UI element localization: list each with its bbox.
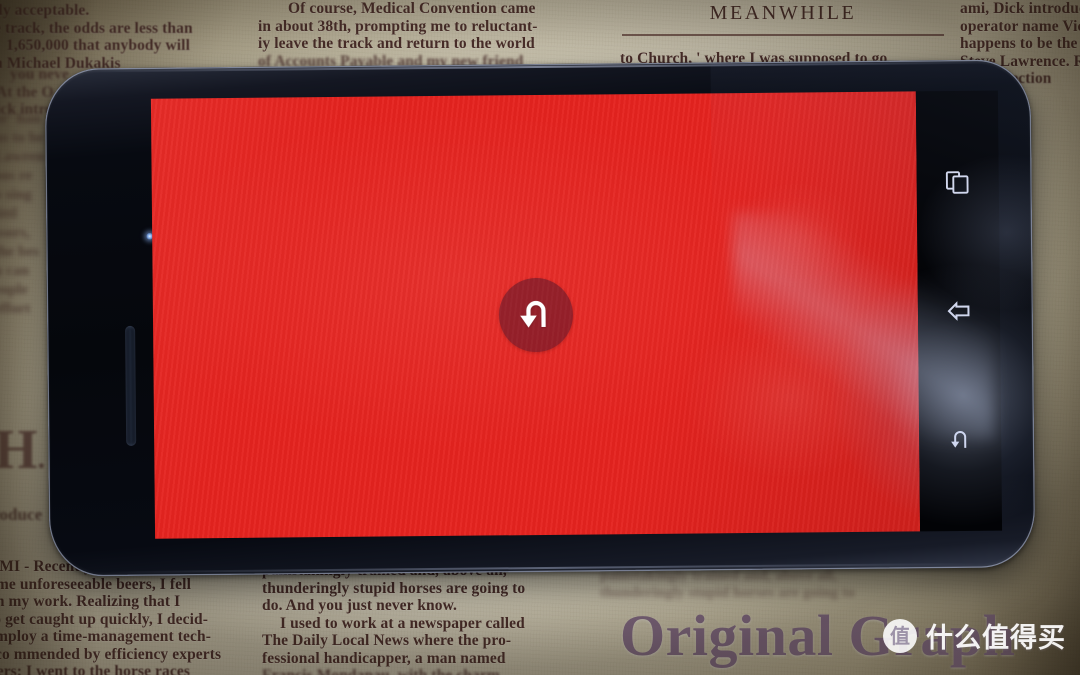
newspaper-column-top-center: Of course, Medical Convention came in ab… (258, 0, 593, 70)
newspaper-line: in about 38th, prompting me to reluctant… (258, 17, 538, 35)
newspaper-ghost-line: painstakingly trained and, above all, th… (600, 568, 1070, 602)
newspaper-line: I used to work at a newspaper called (280, 614, 525, 632)
dropcap-letter: H (0, 419, 38, 481)
recent-apps-icon (945, 170, 969, 194)
newspaper-dropcap: H. (0, 418, 45, 482)
newspaper-line: bers; I went to the horse races (0, 663, 190, 675)
earpiece-speaker (125, 325, 137, 446)
phone-screen[interactable] (150, 91, 921, 539)
newspaper-line: to get caught up quickly, I decid- (0, 610, 208, 628)
newspaper-line: happens to be the old (960, 35, 1080, 52)
newspaper-line: thunderingly stupid horses are going to (262, 579, 526, 597)
newspaper-headline: Original Graph (620, 602, 1015, 669)
refresh-u-turn-arrow-icon (519, 301, 546, 328)
screen-smudge (637, 281, 921, 515)
newspaper-line: fessional handicapper, a man named (262, 649, 506, 667)
back-arrow-icon (947, 301, 970, 321)
screenshot-stage: lly acceptable. e track, the odds are le… (0, 0, 1080, 675)
newspaper-line: Francis Mondanau, with the charm (262, 667, 567, 675)
newspaper-line: roduce (0, 505, 43, 524)
asus-smartphone: ASUS (44, 59, 1036, 577)
newspaper-line: Of course, Medical Convention came (288, 0, 536, 17)
headline-text: Original Graph (620, 603, 1016, 668)
section-header-text: MEANWHILE (709, 2, 857, 24)
newspaper-header-rule (622, 34, 944, 36)
screen-smudge-secondary (706, 161, 888, 314)
nav-button-back[interactable] (936, 288, 982, 334)
newspaper-line: ome unforeseeable beers, I fell (0, 575, 191, 593)
newspaper-section-header: MEANWHILE (618, 2, 948, 25)
newspaper-line: thunderingly stupid horses are going to (600, 584, 855, 601)
newspaper-column-top-left: lly acceptable. e track, the odds are le… (0, 2, 244, 72)
nav-button-home[interactable] (937, 417, 983, 463)
newspaper-line: The Daily Local News where the pro- (262, 632, 512, 649)
newspaper-line: do. And you just never know. (262, 597, 458, 614)
newspaper-line: ami, Dick introduces (960, 0, 1080, 17)
pull-to-refresh-indicator[interactable] (498, 277, 573, 353)
newspaper-line: lly acceptable. (0, 2, 90, 19)
newspaper-line: 1,650,000 that anybody will (6, 37, 190, 54)
newspaper-line: iy leave the track and return to the wor… (258, 35, 535, 52)
nav-button-recent-apps[interactable] (934, 158, 980, 204)
newspaper-line-under-dropcap: roduce (0, 505, 42, 524)
newspaper-line: on my work. Realizing that I (0, 593, 181, 610)
newspaper-column-bottom-center: painstakingly trained and, above all, th… (262, 562, 567, 675)
android-navigation-bar (915, 90, 1003, 532)
newspaper-line: operator name Vic (960, 17, 1080, 35)
home-u-turn-icon (951, 431, 967, 449)
newspaper-line: eco mmended by efficiency experts (0, 645, 222, 663)
newspaper-line: e track, the odds are less than (0, 19, 193, 37)
newspaper-line: employ a time-management tech- (0, 628, 211, 645)
